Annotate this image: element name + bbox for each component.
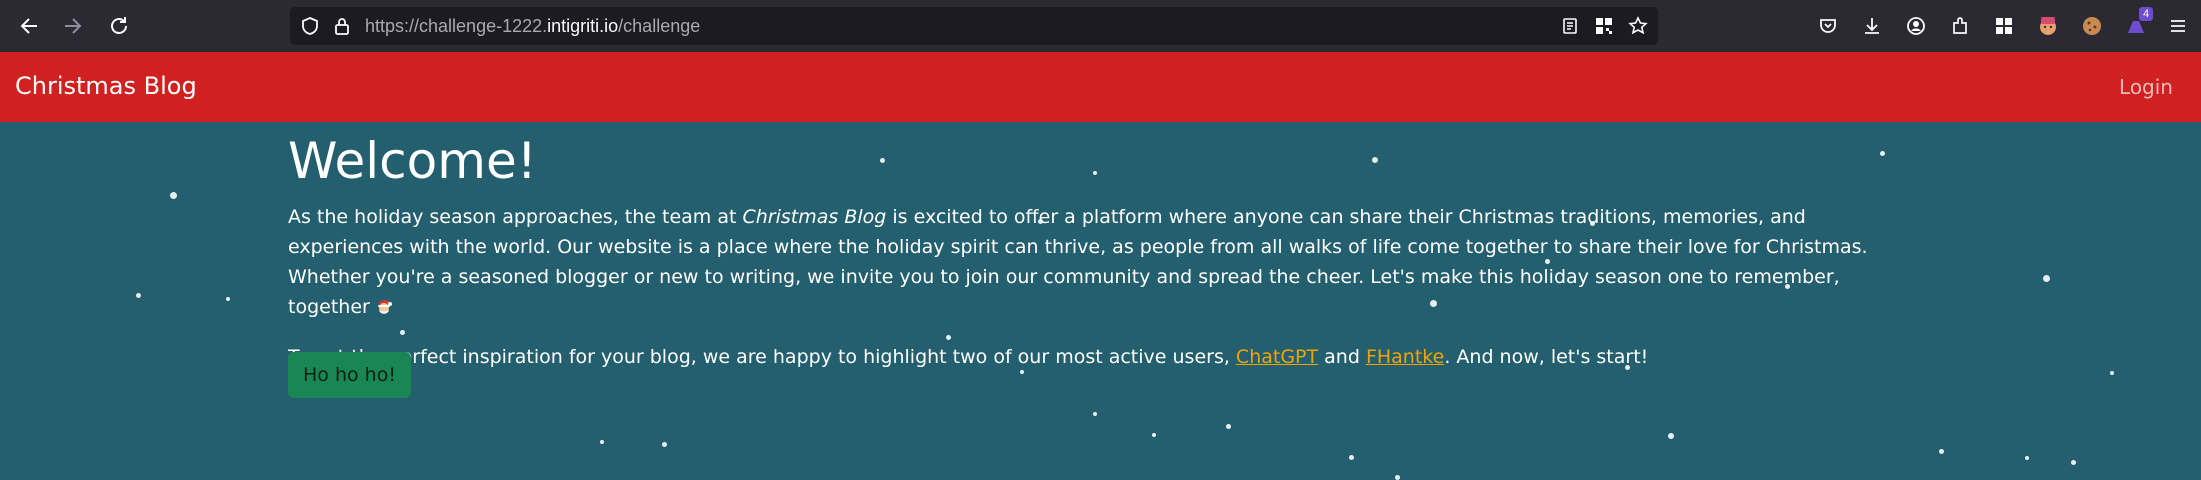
- snowflake: [1152, 433, 1156, 437]
- user-link-chatgpt[interactable]: ChatGPT: [1236, 346, 1318, 368]
- url-bar[interactable]: https://challenge-1222.intigriti.io/chal…: [290, 7, 1658, 45]
- main-content: Welcome! As the holiday season approache…: [288, 122, 1908, 398]
- site-navbar: Christmas Blog Login: [0, 52, 2201, 122]
- url-text[interactable]: https://challenge-1222.intigriti.io/chal…: [365, 16, 700, 37]
- blog-name-emphasis: Christmas Blog: [742, 206, 887, 228]
- cookie-icon[interactable]: [2077, 11, 2107, 41]
- snowflake: [2025, 456, 2029, 460]
- intro-paragraph: As the holiday season approaches, the te…: [288, 206, 1868, 318]
- ho-ho-ho-button[interactable]: Ho ho ho!: [288, 352, 411, 398]
- extension-badge-count: 4: [2139, 7, 2153, 21]
- qr-icon[interactable]: [1592, 14, 1616, 38]
- snowflake: [1226, 424, 1231, 429]
- download-icon[interactable]: [1857, 11, 1887, 41]
- brand-link[interactable]: Christmas Blog: [15, 72, 197, 100]
- snowflake: [2110, 371, 2114, 375]
- shield-icon[interactable]: [298, 14, 322, 38]
- login-link[interactable]: Login: [2119, 75, 2173, 99]
- browser-toolbar: https://challenge-1222.intigriti.io/chal…: [0, 0, 2201, 52]
- snowflake: [1939, 449, 1944, 454]
- forward-icon[interactable]: [58, 11, 88, 41]
- star-icon[interactable]: [1626, 14, 1650, 38]
- snowflake: [226, 297, 230, 301]
- snowflake: [2043, 275, 2050, 282]
- snowflake: [1668, 433, 1674, 439]
- page-title: Welcome!: [288, 132, 537, 190]
- snowflake: [1093, 412, 1097, 416]
- snowflake: [136, 293, 141, 298]
- extension-avatar-icon[interactable]: [2033, 11, 2063, 41]
- highlight-paragraph: To get the perfect inspiration for your …: [288, 346, 1649, 368]
- extension-badge-icon[interactable]: 4: [2121, 7, 2153, 41]
- lock-icon[interactable]: [330, 14, 354, 38]
- pocket-icon[interactable]: [1813, 11, 1843, 41]
- santa-emoji-icon: [377, 299, 392, 314]
- snowflake: [2071, 460, 2076, 465]
- user-link-fhantke[interactable]: FHantke: [1366, 346, 1444, 368]
- account-icon[interactable]: [1901, 11, 1931, 41]
- snowflake: [662, 442, 667, 447]
- back-icon[interactable]: [14, 11, 44, 41]
- container-icon[interactable]: [1989, 11, 2019, 41]
- menu-icon[interactable]: [2163, 11, 2193, 41]
- snowflake: [600, 440, 604, 444]
- reload-icon[interactable]: [104, 11, 134, 41]
- extensions-icon[interactable]: [1945, 11, 1975, 41]
- reader-icon[interactable]: [1558, 14, 1582, 38]
- snowflake: [1395, 475, 1400, 480]
- snowflake: [170, 192, 177, 199]
- snowflake: [1349, 455, 1354, 460]
